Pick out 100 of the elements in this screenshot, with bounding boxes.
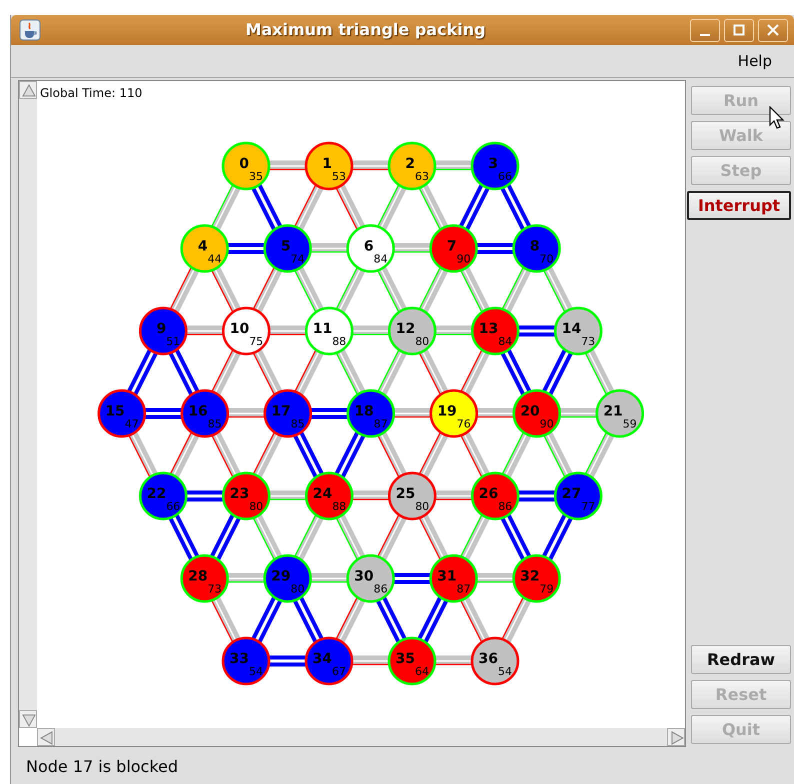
node-label: 33 [230,651,249,667]
maximize-button[interactable] [724,18,754,42]
node-value: 84 [374,252,388,266]
node-label: 11 [312,321,332,337]
graph-node[interactable] [222,636,270,686]
node-label: 32 [520,568,540,584]
node-value: 80 [290,582,305,596]
node-label: 25 [396,486,416,502]
node-label: 3 [488,156,498,172]
vertical-scrollbar[interactable] [19,81,37,728]
node-value: 88 [332,335,346,348]
graph-node[interactable] [304,142,354,190]
node-value: 87 [456,582,471,596]
node-label: 15 [105,404,125,420]
node-value: 67 [332,665,346,678]
node-value: 85 [290,418,305,430]
node-label: 7 [446,238,457,254]
minimize-button[interactable] [690,18,720,42]
action-button[interactable]: Interrupt [687,191,791,220]
graph-node[interactable] [222,306,270,356]
node-value: 51 [166,335,180,348]
scroll-up-arrow-icon[interactable] [19,81,37,99]
graph-node[interactable] [180,389,230,438]
node-value: 84 [498,335,512,348]
node-value: 87 [374,418,388,430]
node-value: 90 [456,252,471,266]
close-icon [767,24,779,36]
node-label: 12 [396,321,416,337]
node-label: 2 [405,156,415,172]
graph-node[interactable] [138,306,188,356]
node-value: 80 [415,335,430,348]
node-value: 53 [332,170,346,183]
node-label: 5 [280,238,291,254]
global-time-label: Global Time: 110 [40,86,142,100]
node-label: 6 [364,238,374,254]
window-title: Maximum triangle packing [245,20,486,39]
node-value: 66 [498,170,512,183]
action-button[interactable]: Redraw [691,645,791,674]
node-value: 88 [332,500,346,513]
node-label: 14 [562,321,582,337]
node-label: 36 [478,651,498,667]
graph-node[interactable] [430,389,478,438]
node-label: 8 [530,238,540,254]
node-value: 59 [622,418,637,430]
node-label: 28 [188,568,208,584]
node-label: 30 [354,568,374,584]
node-label: 35 [396,651,415,667]
node-label: 18 [354,404,374,420]
minimize-icon [700,34,710,36]
node-value: 86 [374,582,388,596]
node-label: 27 [562,486,582,502]
node-label: 26 [478,486,498,502]
menu-item[interactable]: Help [728,50,782,72]
node-label: 19 [437,404,457,420]
node-value: 73 [581,335,596,348]
node-label: 21 [603,404,623,420]
graph-node[interactable] [264,389,312,438]
node-value: 54 [498,665,512,678]
node-value: 75 [249,335,264,348]
graph-node[interactable] [304,636,354,686]
node-label: 24 [312,486,332,502]
node-value: 85 [208,418,222,430]
graph-node[interactable] [470,636,520,686]
node-label: 9 [156,321,166,337]
node-label: 1 [322,156,332,172]
node-value: 90 [540,418,554,430]
node-value: 79 [540,582,554,596]
graph-node[interactable] [388,472,436,520]
node-value: 74 [290,252,305,266]
node-label: 29 [271,568,291,584]
node-label: 20 [520,404,540,420]
node-value: 76 [456,418,471,430]
node-label: 13 [478,321,498,337]
maximize-icon [733,24,745,36]
node-label: 17 [271,404,291,420]
node-value: 64 [415,665,429,678]
node-label: 10 [230,321,250,337]
node-value: 44 [208,252,222,266]
scroll-left-arrow-icon[interactable] [37,728,55,746]
graph-node[interactable] [98,389,146,438]
java-cup-icon [19,19,41,41]
node-value: 47 [124,418,139,430]
node-label: 31 [437,568,457,584]
horizontal-scrollbar[interactable] [37,728,685,746]
node-label: 16 [188,404,208,420]
node-value: 35 [249,170,263,183]
node-value: 86 [498,500,512,513]
node-label: 23 [230,486,250,502]
node-value: 77 [581,500,596,513]
node-label: 22 [146,486,166,502]
status-bar-text: Node 17 is blocked [25,756,180,778]
node-value: 66 [166,500,180,513]
cursor-icon [769,106,785,130]
node-value: 54 [249,665,263,678]
node-label: 4 [198,238,208,254]
node-label: 34 [312,651,332,667]
node-value: 80 [415,500,430,513]
node-value: 73 [208,582,222,596]
node-value: 80 [249,500,264,513]
close-button[interactable] [758,18,788,42]
